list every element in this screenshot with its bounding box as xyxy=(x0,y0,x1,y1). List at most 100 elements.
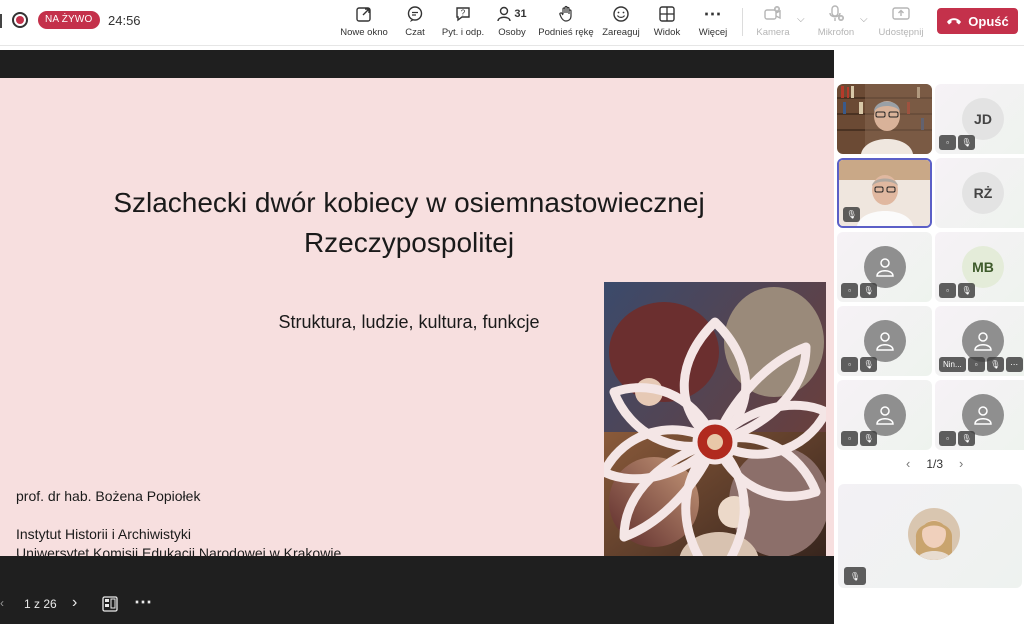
view-button[interactable]: Widok xyxy=(652,4,682,42)
slide-thumbnails-icon[interactable] xyxy=(102,596,118,615)
camera-off-badge-icon: ▫ xyxy=(967,357,985,372)
raise-hand-label: Podnieś rękę xyxy=(538,27,594,38)
chat-label: Czat xyxy=(405,27,425,38)
share-button[interactable]: Udostępnij xyxy=(878,4,924,42)
qa-button[interactable]: ? Pyt. i odp. xyxy=(440,4,486,42)
participant-avatar: JD xyxy=(962,98,1004,140)
toolbar-divider xyxy=(742,8,743,36)
camera-label: Kamera xyxy=(756,27,790,38)
pager-indicator: 1/3 xyxy=(926,456,944,471)
new-window-label: Nowe okno xyxy=(340,27,388,38)
slide-institute: Instytut Historii i Archiwistyki xyxy=(16,526,192,542)
slide-subtitle: Struktura, ludzie, kultura, funkcje xyxy=(278,312,540,332)
raise-hand-icon xyxy=(557,4,575,24)
share-icon xyxy=(891,4,911,24)
participant-status-badges: ▫ 🎙︎ xyxy=(939,283,975,298)
chat-icon xyxy=(406,4,424,24)
next-slide-icon[interactable]: › xyxy=(72,594,77,612)
camera-off-icon xyxy=(763,4,783,24)
participant-name-badge: Nin... xyxy=(939,357,966,372)
people-label: Osoby xyxy=(498,27,526,38)
more-icon: ⋯ xyxy=(703,3,723,24)
self-view-tile[interactable]: 🎙︎ xyxy=(838,484,1022,588)
mic-off-badge-icon: 🎙︎ xyxy=(844,567,866,585)
microphone-options-chevron-icon[interactable]: ⌵ xyxy=(860,14,868,25)
mic-off-badge-icon: 🎙︎ xyxy=(860,357,877,372)
pager-previous-icon[interactable]: ‹ xyxy=(906,456,910,471)
toolbar-edge-icon xyxy=(0,14,3,28)
mic-off-badge-icon: 🎙︎ xyxy=(958,283,975,298)
generic-avatar-icon xyxy=(962,394,1004,436)
participant-status-badges: ▫ 🎙︎ xyxy=(841,283,877,298)
view-grid-icon xyxy=(658,4,676,24)
generic-avatar-icon xyxy=(864,246,906,288)
slide-university: Uniwersytet Komisji Edukacji Narodowej w… xyxy=(16,545,342,556)
participant-status-badges: ▫ 🎙︎ xyxy=(841,357,877,372)
meeting-timer: 24:56 xyxy=(108,13,141,28)
meeting-toolbar: NA ŻYWO 24:56 Nowe okno Czat ? Pyt. i od… xyxy=(0,0,1024,46)
svg-text:?: ? xyxy=(461,9,466,18)
self-avatar-photo xyxy=(908,508,960,560)
participant-avatar: RŻ xyxy=(962,172,1004,214)
view-label: Widok xyxy=(653,27,681,38)
generic-avatar-icon xyxy=(962,320,1004,362)
participant-tile-8[interactable]: Nin... ▫ 🎙︎ ⋯ xyxy=(935,306,1024,376)
generic-avatar-icon xyxy=(864,320,906,362)
participant-status-badges: ▫ 🎙︎ xyxy=(841,431,877,446)
raise-hand-button[interactable]: Podnieś rękę xyxy=(538,4,594,42)
react-icon xyxy=(612,4,630,24)
participant-more-icon[interactable]: ⋯ xyxy=(1005,357,1023,372)
slide-more-options-icon[interactable]: ⋯ xyxy=(134,592,152,613)
participant-tile-10[interactable]: ▫ 🎙︎ xyxy=(935,380,1024,450)
more-button[interactable]: ⋯ Więcej xyxy=(696,4,730,42)
self-status-badges: 🎙︎ xyxy=(844,567,866,585)
microphone-label: Mikrofon xyxy=(817,27,855,38)
participant-tile-7[interactable]: ▫ 🎙︎ xyxy=(837,306,932,376)
live-badge: NA ŻYWO xyxy=(38,11,100,29)
previous-slide-icon[interactable]: ‹ xyxy=(0,596,4,610)
people-count: 31 xyxy=(514,8,527,20)
participant-video-bookshelf xyxy=(837,84,932,154)
camera-off-badge-icon: ▫ xyxy=(841,431,858,446)
generic-avatar-icon xyxy=(864,394,906,436)
participants-pager: ‹ 1/3 › xyxy=(906,456,963,471)
participant-tile-5[interactable]: ▫ 🎙︎ xyxy=(837,232,932,302)
mic-off-badge-icon: 🎙︎ xyxy=(958,431,975,446)
participant-status-badges: Nin... ▫ 🎙︎ ⋯ xyxy=(939,357,1023,372)
pop-out-icon xyxy=(355,4,373,24)
participant-tile-2[interactable]: JD ▫ 🎙︎ xyxy=(935,84,1024,154)
camera-button[interactable]: Kamera xyxy=(754,4,792,42)
new-window-button[interactable]: Nowe okno xyxy=(340,4,388,42)
people-button[interactable]: 31 Osoby xyxy=(496,4,528,42)
participant-tile-4[interactable]: RŻ xyxy=(935,158,1024,228)
participant-avatar: MB xyxy=(962,246,1004,288)
camera-off-badge-icon: ▫ xyxy=(939,431,956,446)
participant-tile-6[interactable]: MB ▫ 🎙︎ xyxy=(935,232,1024,302)
leave-label: Opuść xyxy=(968,13,1009,29)
participant-tile-9[interactable]: ▫ 🎙︎ xyxy=(837,380,932,450)
qa-label: Pyt. i odp. xyxy=(441,27,485,38)
microphone-button[interactable]: Mikrofon xyxy=(816,4,856,42)
share-label: Udostępnij xyxy=(878,27,924,38)
participant-tile-video-1[interactable] xyxy=(837,84,932,154)
chat-button[interactable]: Czat xyxy=(400,4,430,42)
mic-off-badge-icon: 🎙︎ xyxy=(860,431,877,446)
camera-options-chevron-icon[interactable]: ⌵ xyxy=(797,14,805,25)
participant-tile-video-3[interactable]: 🎙︎ xyxy=(837,158,932,228)
mic-off-badge-icon: 🎙︎ xyxy=(843,207,860,222)
people-icon: 31 xyxy=(497,4,527,24)
more-label: Więcej xyxy=(698,27,728,38)
slide-page-indicator: 1 z 26 xyxy=(24,597,57,611)
presentation-slide: Szlachecki dwór kobiecy w osiemnastowiec… xyxy=(0,78,834,556)
slide-title-line-2: Rzeczypospolitej xyxy=(303,227,515,258)
react-button[interactable]: Zareaguj xyxy=(602,4,640,42)
mic-off-icon xyxy=(826,4,846,24)
slide-author: prof. dr hab. Bożena Popiołek xyxy=(16,488,201,504)
slide-title-line-1: Szlachecki dwór kobiecy w osiemnastowiec… xyxy=(113,187,705,218)
camera-off-badge-icon: ▫ xyxy=(939,135,956,150)
camera-off-badge-icon: ▫ xyxy=(841,283,858,298)
leave-button[interactable]: Opuść xyxy=(937,8,1018,34)
qa-icon: ? xyxy=(454,4,472,24)
pager-next-icon[interactable]: › xyxy=(959,456,963,471)
hang-up-icon xyxy=(946,14,962,29)
